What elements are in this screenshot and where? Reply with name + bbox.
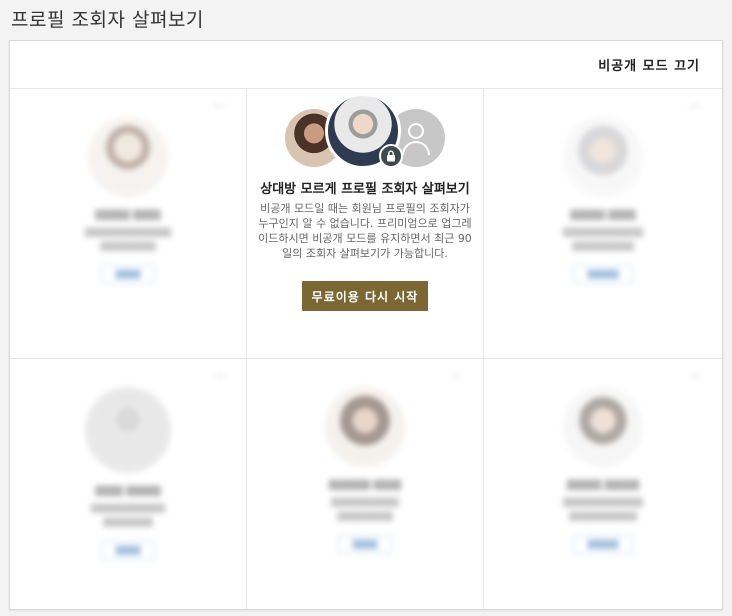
- private-mode-upsell: 상대방 모르게 프로필 조회자 살펴보기 비공개 모드일 때는 회원님 프로필의…: [247, 89, 484, 359]
- viewer-headline-blurred: █████████████: [563, 228, 643, 237]
- upsell-title: 상대방 모르게 프로필 조회자 살펴보기: [260, 182, 470, 197]
- viewer-name-blurred: █████ █████: [566, 481, 640, 491]
- viewer-meta-blurred: █████████: [100, 242, 156, 251]
- viewer-photo: [563, 387, 643, 467]
- viewer-headline-blurred: ███████████: [331, 498, 399, 507]
- blurred-viewer-card: ████ █████ ████████████ ████████ ████: [10, 359, 247, 609]
- blurred-viewer-card: ██████ ████ ███████████ █████████ ████: [247, 359, 484, 609]
- viewers-grid: █████ ████ ██████████████ █████████ ████: [10, 89, 722, 609]
- viewer-meta-blurred: ███████████: [569, 512, 637, 521]
- generic-person-icon: [85, 387, 171, 473]
- blurred-content: █████ ████ █████████████ ██████████ ████…: [484, 89, 722, 358]
- viewer-photo: [325, 387, 405, 467]
- dismiss-icon: [690, 105, 700, 107]
- private-mode-off-button[interactable]: 비공개 모드 끄기: [598, 55, 700, 74]
- dismiss-icon: [690, 375, 700, 377]
- viewer-meta-blurred: ████████: [103, 518, 153, 527]
- restart-free-trial-button[interactable]: 무료이용 다시 시작: [301, 281, 429, 311]
- viewer-action-blurred: █████: [572, 535, 634, 554]
- viewer-photo: [88, 117, 168, 197]
- blurred-viewer-card: █████ ████ █████████████ ██████████ ████…: [484, 89, 722, 359]
- page-title: 프로필 조회자 살펴보기: [11, 9, 204, 31]
- dismiss-icon: [214, 375, 224, 377]
- blurred-viewer-card: █████ █████ █████████████ ███████████ ██…: [484, 359, 722, 609]
- viewers-card: 비공개 모드 끄기 █████ ████ ██████████████ ████…: [9, 40, 723, 610]
- blurred-viewer-card: █████ ████ ██████████████ █████████ ████: [10, 89, 247, 359]
- lock-icon: [379, 144, 403, 168]
- blurred-content: █████ █████ █████████████ ███████████ ██…: [484, 359, 722, 609]
- viewer-action-blurred: █████: [572, 265, 634, 284]
- viewer-name-blurred: █████ ████: [95, 211, 161, 221]
- viewer-headline-blurred: ████████████: [91, 504, 165, 513]
- viewer-action-blurred: ████: [100, 265, 156, 284]
- dismiss-icon: [214, 105, 224, 107]
- dismiss-icon: [451, 375, 461, 377]
- upsell-content: 상대방 모르게 프로필 조회자 살펴보기 비공개 모드일 때는 회원님 프로필의…: [247, 89, 483, 311]
- viewer-meta-blurred: █████████: [337, 512, 393, 521]
- viewer-name-blurred: ████ █████: [95, 487, 161, 497]
- blurred-content: ████ █████ ████████████ ████████ ████: [10, 359, 246, 609]
- upsell-description: 비공개 모드일 때는 회원님 프로필의 조회자가 누구인지 알 수 없습니다. …: [258, 202, 472, 260]
- viewer-headline-blurred: ██████████████: [84, 228, 172, 237]
- card-header: 비공개 모드 끄기: [10, 41, 722, 89]
- viewer-action-blurred: ████: [337, 535, 393, 554]
- viewer-name-blurred: ██████ ████: [328, 481, 402, 491]
- viewer-name-blurred: █████ ████: [570, 211, 636, 221]
- blurred-content: █████ ████ ██████████████ █████████ ████: [10, 89, 246, 358]
- viewer-meta-blurred: ██████████: [572, 242, 634, 251]
- viewer-action-blurred: ████: [100, 541, 156, 560]
- blurred-content: ██████ ████ ███████████ █████████ ████: [247, 359, 483, 609]
- viewer-headline-blurred: █████████████: [563, 498, 643, 507]
- viewer-avatar-stack: [285, 93, 445, 171]
- viewer-photo: [563, 117, 643, 197]
